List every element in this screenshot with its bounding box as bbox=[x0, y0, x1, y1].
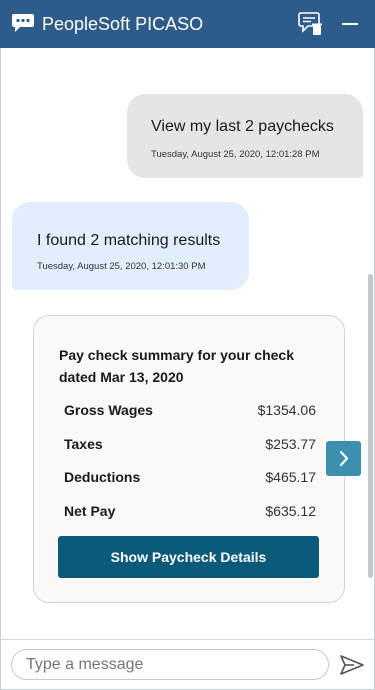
card-title: Pay check summary for your check dated M… bbox=[59, 347, 295, 385]
summary-row-net-pay: Net Pay $635.12 bbox=[64, 503, 316, 523]
chevron-right-icon bbox=[339, 450, 349, 467]
row-value: $253.77 bbox=[265, 436, 316, 452]
row-value: $635.12 bbox=[265, 503, 316, 519]
row-label: Deductions bbox=[64, 469, 141, 485]
send-icon[interactable] bbox=[340, 654, 364, 676]
paycheck-summary-card: Pay check summary for your check dated M… bbox=[33, 315, 345, 603]
row-label: Gross Wages bbox=[64, 402, 153, 418]
composer-divider bbox=[0, 639, 375, 640]
summary-row-taxes: Taxes $253.77 bbox=[64, 436, 316, 456]
user-message-bubble: View my last 2 paychecks Tuesday, August… bbox=[127, 94, 363, 178]
chat-header: PeopleSoft PICASO bbox=[0, 0, 375, 48]
summary-row-gross-wages: Gross Wages $1354.06 bbox=[64, 402, 316, 422]
minimize-icon[interactable] bbox=[342, 23, 358, 25]
scrollbar[interactable] bbox=[368, 274, 373, 578]
chat-bubble-icon bbox=[12, 14, 34, 32]
row-value: $465.17 bbox=[265, 469, 316, 485]
bot-message-timestamp: Tuesday, August 25, 2020, 12:01:30 PM bbox=[37, 261, 206, 272]
bot-message-bubble: I found 2 matching results Tuesday, Augu… bbox=[12, 202, 249, 290]
bot-message-text: I found 2 matching results bbox=[37, 232, 221, 249]
user-message-text: View my last 2 paychecks bbox=[151, 118, 334, 135]
user-message-timestamp: Tuesday, August 25, 2020, 12:01:28 PM bbox=[151, 149, 320, 160]
summary-row-deductions: Deductions $465.17 bbox=[64, 469, 316, 489]
row-label: Net Pay bbox=[64, 503, 116, 519]
next-card-button[interactable] bbox=[326, 441, 361, 476]
message-input[interactable] bbox=[11, 649, 329, 680]
row-value: $1354.06 bbox=[257, 402, 316, 418]
app-title: PeopleSoft PICASO bbox=[42, 14, 204, 34]
clear-chat-icon[interactable] bbox=[298, 11, 324, 37]
show-paycheck-details-button[interactable]: Show Paycheck Details bbox=[58, 536, 319, 578]
row-label: Taxes bbox=[64, 436, 103, 452]
